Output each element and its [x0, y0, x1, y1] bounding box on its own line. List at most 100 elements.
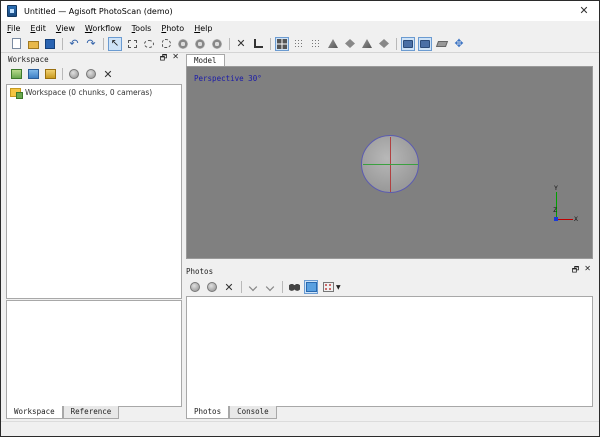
- status-bar: [1, 421, 599, 436]
- solid-model-button[interactable]: [343, 37, 357, 51]
- filter-photos-button[interactable]: [287, 280, 301, 294]
- menu-tools[interactable]: Tools: [132, 24, 152, 33]
- title-bar: Untitled — Agisoft PhotoScan (demo) ✕: [1, 1, 599, 21]
- remove-item-button[interactable]: ✕: [101, 67, 115, 81]
- workspace-toolbar: ✕: [6, 65, 182, 83]
- menu-edit[interactable]: Edit: [30, 24, 46, 33]
- workspace-title: Workspace: [8, 54, 49, 64]
- tree-item-workspace[interactable]: Workspace (0 chunks, 0 cameras): [10, 88, 178, 99]
- dense-cloud-button[interactable]: [309, 37, 323, 51]
- tree-item-label: Workspace (0 chunks, 0 cameras): [25, 88, 153, 97]
- workspace-tree[interactable]: Workspace (0 chunks, 0 cameras): [6, 84, 182, 299]
- disable-camera-button[interactable]: [84, 67, 98, 81]
- rotate-right-button[interactable]: [263, 280, 277, 294]
- move-view-icon: ✥: [454, 37, 464, 50]
- shaded-model-button[interactable]: [326, 37, 340, 51]
- tab-workspace[interactable]: Workspace: [6, 406, 63, 419]
- add-group-icon: [44, 69, 56, 79]
- undo-icon: ↶: [69, 37, 79, 50]
- disable-photo-icon: [207, 282, 217, 292]
- menu-help[interactable]: Help: [194, 24, 212, 33]
- photos-float-icon[interactable]: 🗗: [572, 264, 580, 278]
- undo-button[interactable]: ↶: [67, 37, 81, 51]
- textured-model-button[interactable]: [377, 37, 391, 51]
- projection-label: Perspective 30°: [194, 74, 262, 83]
- enable-photo-icon: [190, 282, 200, 292]
- show-region-button[interactable]: [418, 36, 432, 51]
- main-toolbar: ↶ ↷ ↖ ✕ ✥: [1, 35, 599, 53]
- trackball-horizontal-axis: [363, 164, 418, 165]
- rotate-region-button[interactable]: [193, 37, 207, 51]
- photos-area[interactable]: [186, 296, 593, 407]
- axis-z-marker: [554, 217, 558, 221]
- app-window: Untitled — Agisoft PhotoScan (demo) ✕ Fi…: [0, 0, 600, 437]
- save-button[interactable]: [43, 37, 57, 51]
- axis-label-y: Y: [554, 184, 558, 192]
- dense-cloud-icon: [311, 38, 321, 49]
- rotate-object-button[interactable]: [176, 37, 190, 51]
- rotate-left-icon: [248, 282, 258, 292]
- point-cloud-button[interactable]: [292, 37, 306, 51]
- tab-model[interactable]: Model: [186, 54, 225, 66]
- rotate-object-icon: [178, 38, 188, 49]
- menu-workflow[interactable]: Workflow: [85, 24, 122, 33]
- delete-selection-button[interactable]: ✕: [234, 37, 248, 51]
- tab-console[interactable]: Console: [229, 406, 277, 419]
- workspace-pane: Workspace 🗗 ✕ ✕ Workspace (0 chunks, 0 c…: [6, 52, 182, 299]
- show-cameras-button[interactable]: [401, 36, 415, 51]
- photos-close-icon[interactable]: ✕: [584, 264, 591, 278]
- photos-toolbar: ✕ ▼: [186, 279, 594, 295]
- save-icon: [45, 38, 55, 49]
- model-viewport[interactable]: Perspective 30° Y Z X: [186, 66, 593, 259]
- add-group-button[interactable]: [43, 67, 57, 81]
- remove-photo-icon: ✕: [224, 280, 234, 294]
- delete-selection-icon: ✕: [236, 37, 246, 50]
- photoscan-app-icon: [7, 5, 17, 17]
- show-cameras-grid-button[interactable]: [275, 36, 289, 51]
- image-selection-button[interactable]: [304, 280, 318, 294]
- axes-indicator: Y Z X: [553, 184, 583, 224]
- view-mode-button[interactable]: [321, 280, 335, 294]
- add-chunk-button[interactable]: [9, 67, 23, 81]
- menu-photo[interactable]: Photo: [161, 24, 184, 33]
- workspace-close-icon[interactable]: ✕: [172, 52, 179, 66]
- window-title: Untitled — Agisoft PhotoScan (demo): [24, 6, 173, 16]
- rectangle-selection-button[interactable]: [125, 37, 139, 51]
- view-mode-dropdown-icon[interactable]: ▼: [336, 284, 341, 291]
- window-close-button[interactable]: ✕: [577, 4, 591, 18]
- enable-photo-button[interactable]: [188, 280, 202, 294]
- add-chunk-icon: [10, 69, 22, 79]
- menu-view[interactable]: View: [56, 24, 75, 33]
- move-view-button[interactable]: ✥: [452, 37, 466, 51]
- show-cameras-grid-icon: [277, 38, 287, 49]
- redo-icon: ↷: [86, 37, 96, 50]
- photos-toolbar-separator: [282, 281, 283, 293]
- redo-button[interactable]: ↷: [84, 37, 98, 51]
- point-cloud-icon: [294, 38, 304, 49]
- new-document-icon: [11, 38, 21, 49]
- tab-reference[interactable]: Reference: [62, 406, 120, 419]
- rotate-left-button[interactable]: [246, 280, 260, 294]
- open-button[interactable]: [26, 37, 40, 51]
- resize-region-button[interactable]: [210, 37, 224, 51]
- workspace-float-icon[interactable]: 🗗: [160, 52, 168, 66]
- wireframe-model-button[interactable]: [360, 37, 374, 51]
- navigation-button[interactable]: ↖: [108, 36, 122, 51]
- rotate-right-icon: [265, 282, 275, 292]
- tab-photos[interactable]: Photos: [186, 406, 230, 419]
- ground-plane-button[interactable]: [435, 37, 449, 51]
- menu-file[interactable]: File: [7, 24, 20, 33]
- crop-selection-icon: [253, 39, 263, 48]
- resize-region-icon: [212, 38, 222, 49]
- textured-model-icon: [379, 39, 389, 48]
- circle-selection-button[interactable]: [142, 37, 156, 51]
- binoculars-icon: [288, 283, 300, 291]
- remove-photo-button[interactable]: ✕: [222, 280, 236, 294]
- workspace-tree-icon: [10, 88, 23, 99]
- free-form-selection-button[interactable]: [159, 37, 173, 51]
- add-photos-button[interactable]: [26, 67, 40, 81]
- enable-camera-button[interactable]: [67, 67, 81, 81]
- disable-photo-button[interactable]: [205, 280, 219, 294]
- crop-selection-button[interactable]: [251, 37, 265, 51]
- new-document-button[interactable]: [9, 37, 23, 51]
